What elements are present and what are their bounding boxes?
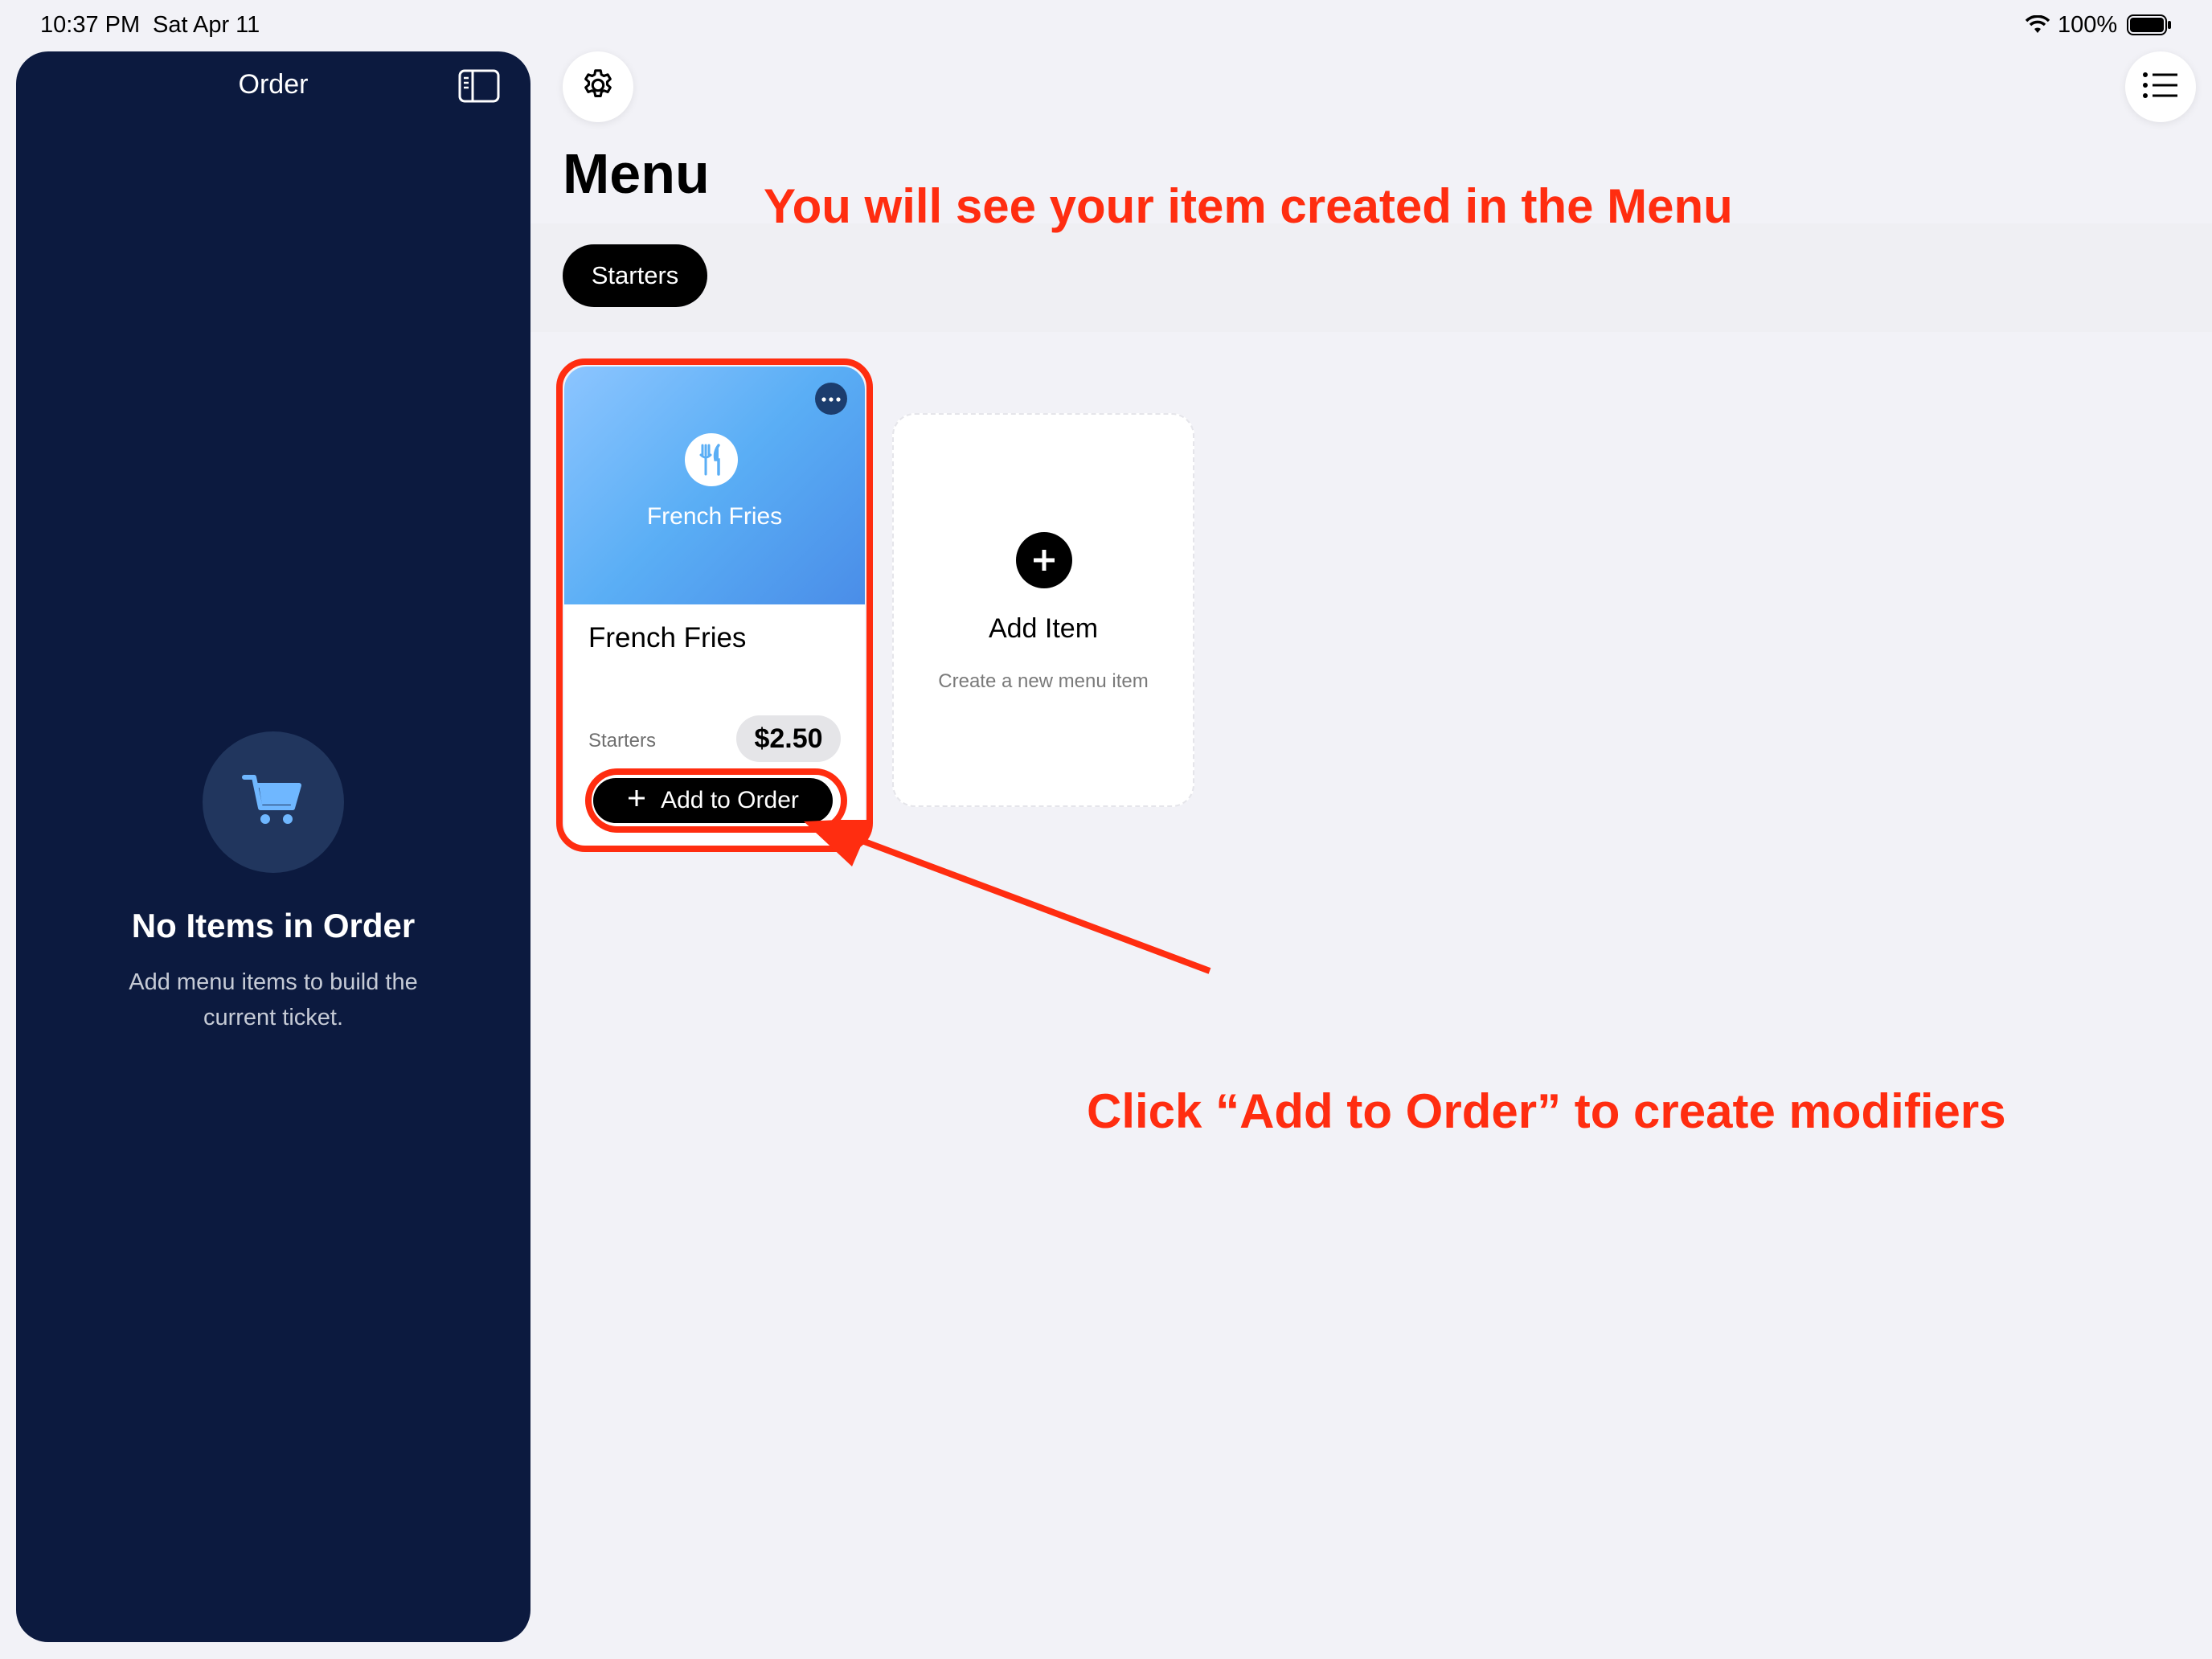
category-pill-starters[interactable]: Starters xyxy=(563,244,707,307)
list-icon xyxy=(2142,71,2179,104)
annotation-top: You will see your item created in the Me… xyxy=(764,179,1733,233)
status-date: Sat Apr 11 xyxy=(153,12,260,38)
battery-icon xyxy=(2127,14,2172,39)
sidebar-toggle-icon[interactable] xyxy=(458,69,500,107)
battery-percent: 100% xyxy=(2058,12,2118,38)
list-view-button[interactable] xyxy=(2125,51,2196,122)
gear-icon xyxy=(580,67,616,108)
annotation-bottom: Click “Add to Order” to create modifiers xyxy=(1087,1084,2006,1138)
sidebar-title: Order xyxy=(238,69,309,100)
empty-cart-badge xyxy=(203,731,344,873)
add-item-title: Add Item xyxy=(988,613,1099,644)
annotation-arrow xyxy=(804,818,1222,985)
settings-button[interactable] xyxy=(563,51,633,122)
category-bar xyxy=(530,223,2212,332)
plus-icon xyxy=(1016,532,1072,588)
add-item-card[interactable]: Add Item Create a new menu item xyxy=(892,413,1194,807)
add-item-subtitle: Create a new menu item xyxy=(938,670,1149,692)
empty-order-title: No Items in Order xyxy=(131,907,416,944)
page-title: Menu xyxy=(563,142,710,205)
status-time: 10:37 PM xyxy=(40,12,141,38)
wifi-icon xyxy=(2025,14,2050,39)
cart-icon xyxy=(241,772,305,833)
empty-order-subtitle: Add menu items to build the current tick… xyxy=(129,969,418,1030)
